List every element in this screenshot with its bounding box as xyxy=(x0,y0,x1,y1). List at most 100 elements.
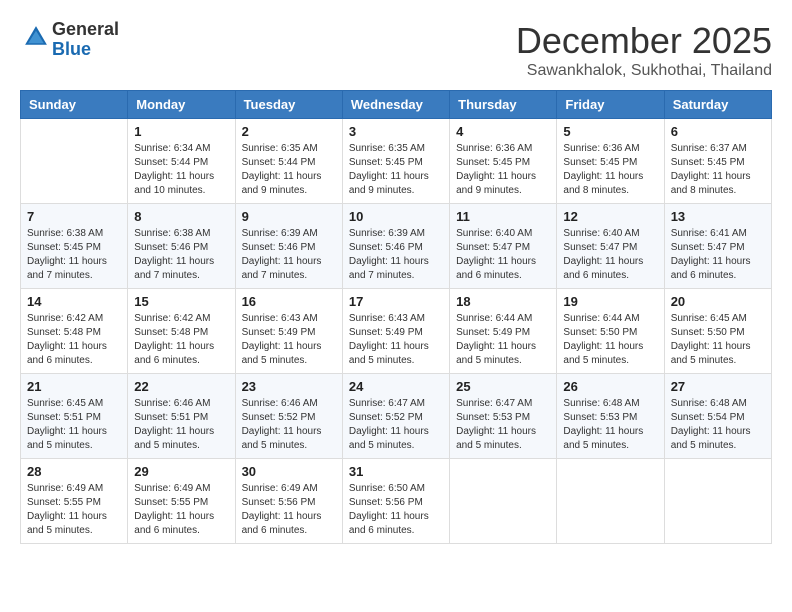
calendar-week-row: 1 Sunrise: 6:34 AM Sunset: 5:44 PM Daylig… xyxy=(21,119,772,204)
day-number: 7 xyxy=(27,209,121,224)
calendar-week-row: 7 Sunrise: 6:38 AM Sunset: 5:45 PM Daylig… xyxy=(21,204,772,289)
day-number: 6 xyxy=(671,124,765,139)
calendar-cell: 17 Sunrise: 6:43 AM Sunset: 5:49 PM Dayli… xyxy=(342,289,449,374)
cell-content: Sunrise: 6:37 AM Sunset: 5:45 PM Dayligh… xyxy=(671,142,765,198)
calendar-day-header: Saturday xyxy=(664,91,771,119)
calendar-table: SundayMondayTuesdayWednesdayThursdayFrid… xyxy=(20,90,772,544)
calendar-cell: 2Sunrise: 6:35 AM Sunset: 5:44 PM Daylig… xyxy=(235,119,342,204)
calendar-day-header: Sunday xyxy=(21,91,128,119)
day-number: 31 xyxy=(349,464,443,479)
cell-content: Sunrise: 6:39 AM Sunset: 5:46 PM Dayligh… xyxy=(349,227,443,283)
cell-content: Sunrise: 6:48 AM Sunset: 5:53 PM Dayligh… xyxy=(563,397,657,453)
cell-content: Sunrise: 6:49 AM Sunset: 5:55 PM Dayligh… xyxy=(134,482,228,538)
calendar-cell: 19 Sunrise: 6:44 AM Sunset: 5:50 PM Dayli… xyxy=(557,289,664,374)
calendar-cell: 11 Sunrise: 6:40 AM Sunset: 5:47 PM Dayli… xyxy=(450,204,557,289)
cell-content: Sunrise: 6:49 AM Sunset: 5:55 PM Dayligh… xyxy=(27,482,121,538)
logo-icon xyxy=(22,23,50,51)
cell-content: Sunrise: 6:50 AM Sunset: 5:56 PM Dayligh… xyxy=(349,482,443,538)
cell-content: Sunrise: 6:38 AM Sunset: 5:46 PM Dayligh… xyxy=(134,227,228,283)
calendar-cell: 8Sunrise: 6:38 AM Sunset: 5:46 PM Daylig… xyxy=(128,204,235,289)
calendar-day-header: Tuesday xyxy=(235,91,342,119)
day-number: 25 xyxy=(456,379,550,394)
calendar-cell: 25 Sunrise: 6:47 AM Sunset: 5:53 PM Dayli… xyxy=(450,374,557,459)
calendar-cell xyxy=(450,459,557,544)
cell-content: Sunrise: 6:34 AM Sunset: 5:44 PM Dayligh… xyxy=(134,142,228,198)
cell-content: Sunrise: 6:38 AM Sunset: 5:45 PM Dayligh… xyxy=(27,227,121,283)
cell-content: Sunrise: 6:42 AM Sunset: 5:48 PM Dayligh… xyxy=(27,312,121,368)
page-header: General Blue December 2025 Sawankhalok, … xyxy=(20,20,772,80)
day-number: 26 xyxy=(563,379,657,394)
calendar-cell: 24Sunrise: 6:47 AM Sunset: 5:52 PM Dayli… xyxy=(342,374,449,459)
calendar-cell: 1 Sunrise: 6:34 AM Sunset: 5:44 PM Daylig… xyxy=(128,119,235,204)
cell-content: Sunrise: 6:40 AM Sunset: 5:47 PM Dayligh… xyxy=(563,227,657,283)
day-number: 28 xyxy=(27,464,121,479)
day-number: 14 xyxy=(27,294,121,309)
calendar-day-header: Wednesday xyxy=(342,91,449,119)
logo-general-text: General xyxy=(52,19,119,39)
calendar-cell: 28 Sunrise: 6:49 AM Sunset: 5:55 PM Dayli… xyxy=(21,459,128,544)
logo-blue-text: Blue xyxy=(52,39,91,59)
calendar-cell xyxy=(21,119,128,204)
cell-content: Sunrise: 6:47 AM Sunset: 5:53 PM Dayligh… xyxy=(456,397,550,453)
calendar-cell xyxy=(664,459,771,544)
calendar-cell: 23 Sunrise: 6:46 AM Sunset: 5:52 PM Dayli… xyxy=(235,374,342,459)
cell-content: Sunrise: 6:46 AM Sunset: 5:51 PM Dayligh… xyxy=(134,397,228,453)
calendar-cell: 3Sunrise: 6:35 AM Sunset: 5:45 PM Daylig… xyxy=(342,119,449,204)
day-number: 29 xyxy=(134,464,228,479)
calendar-cell: 27Sunrise: 6:48 AM Sunset: 5:54 PM Dayli… xyxy=(664,374,771,459)
day-number: 19 xyxy=(563,294,657,309)
calendar-day-header: Friday xyxy=(557,91,664,119)
calendar-cell: 22Sunrise: 6:46 AM Sunset: 5:51 PM Dayli… xyxy=(128,374,235,459)
day-number: 16 xyxy=(242,294,336,309)
day-number: 13 xyxy=(671,209,765,224)
cell-content: Sunrise: 6:46 AM Sunset: 5:52 PM Dayligh… xyxy=(242,397,336,453)
day-number: 11 xyxy=(456,209,550,224)
cell-content: Sunrise: 6:48 AM Sunset: 5:54 PM Dayligh… xyxy=(671,397,765,453)
cell-content: Sunrise: 6:44 AM Sunset: 5:50 PM Dayligh… xyxy=(563,312,657,368)
calendar-cell: 20Sunrise: 6:45 AM Sunset: 5:50 PM Dayli… xyxy=(664,289,771,374)
day-number: 17 xyxy=(349,294,443,309)
calendar-cell: 30Sunrise: 6:49 AM Sunset: 5:56 PM Dayli… xyxy=(235,459,342,544)
calendar-week-row: 21 Sunrise: 6:45 AM Sunset: 5:51 PM Dayli… xyxy=(21,374,772,459)
cell-content: Sunrise: 6:36 AM Sunset: 5:45 PM Dayligh… xyxy=(456,142,550,198)
calendar-cell: 21 Sunrise: 6:45 AM Sunset: 5:51 PM Dayli… xyxy=(21,374,128,459)
day-number: 21 xyxy=(27,379,121,394)
calendar-cell: 31 Sunrise: 6:50 AM Sunset: 5:56 PM Dayli… xyxy=(342,459,449,544)
calendar-cell: 4 Sunrise: 6:36 AM Sunset: 5:45 PM Daylig… xyxy=(450,119,557,204)
cell-content: Sunrise: 6:43 AM Sunset: 5:49 PM Dayligh… xyxy=(349,312,443,368)
calendar-cell: 5Sunrise: 6:36 AM Sunset: 5:45 PM Daylig… xyxy=(557,119,664,204)
cell-content: Sunrise: 6:49 AM Sunset: 5:56 PM Dayligh… xyxy=(242,482,336,538)
title-area: December 2025 Sawankhalok, Sukhothai, Th… xyxy=(516,20,772,80)
day-number: 23 xyxy=(242,379,336,394)
cell-content: Sunrise: 6:36 AM Sunset: 5:45 PM Dayligh… xyxy=(563,142,657,198)
calendar-cell: 12 Sunrise: 6:40 AM Sunset: 5:47 PM Dayli… xyxy=(557,204,664,289)
cell-content: Sunrise: 6:43 AM Sunset: 5:49 PM Dayligh… xyxy=(242,312,336,368)
day-number: 10 xyxy=(349,209,443,224)
day-number: 4 xyxy=(456,124,550,139)
calendar-cell: 16 Sunrise: 6:43 AM Sunset: 5:49 PM Dayli… xyxy=(235,289,342,374)
calendar-cell: 14 Sunrise: 6:42 AM Sunset: 5:48 PM Dayli… xyxy=(21,289,128,374)
calendar-week-row: 14 Sunrise: 6:42 AM Sunset: 5:48 PM Dayli… xyxy=(21,289,772,374)
day-number: 15 xyxy=(134,294,228,309)
calendar-cell: 15Sunrise: 6:42 AM Sunset: 5:48 PM Dayli… xyxy=(128,289,235,374)
cell-content: Sunrise: 6:40 AM Sunset: 5:47 PM Dayligh… xyxy=(456,227,550,283)
cell-content: Sunrise: 6:44 AM Sunset: 5:49 PM Dayligh… xyxy=(456,312,550,368)
day-number: 20 xyxy=(671,294,765,309)
calendar-day-header: Monday xyxy=(128,91,235,119)
calendar-cell: 6 Sunrise: 6:37 AM Sunset: 5:45 PM Daylig… xyxy=(664,119,771,204)
calendar-cell: 9 Sunrise: 6:39 AM Sunset: 5:46 PM Daylig… xyxy=(235,204,342,289)
calendar-cell: 26 Sunrise: 6:48 AM Sunset: 5:53 PM Dayli… xyxy=(557,374,664,459)
calendar-week-row: 28 Sunrise: 6:49 AM Sunset: 5:55 PM Dayli… xyxy=(21,459,772,544)
location-title: Sawankhalok, Sukhothai, Thailand xyxy=(516,62,772,80)
day-number: 1 xyxy=(134,124,228,139)
day-number: 9 xyxy=(242,209,336,224)
cell-content: Sunrise: 6:45 AM Sunset: 5:51 PM Dayligh… xyxy=(27,397,121,453)
cell-content: Sunrise: 6:39 AM Sunset: 5:46 PM Dayligh… xyxy=(242,227,336,283)
day-number: 12 xyxy=(563,209,657,224)
day-number: 3 xyxy=(349,124,443,139)
day-number: 18 xyxy=(456,294,550,309)
calendar-cell: 13Sunrise: 6:41 AM Sunset: 5:47 PM Dayli… xyxy=(664,204,771,289)
calendar-cell: 18 Sunrise: 6:44 AM Sunset: 5:49 PM Dayli… xyxy=(450,289,557,374)
logo: General Blue xyxy=(20,20,119,60)
calendar-cell: 29 Sunrise: 6:49 AM Sunset: 5:55 PM Dayli… xyxy=(128,459,235,544)
